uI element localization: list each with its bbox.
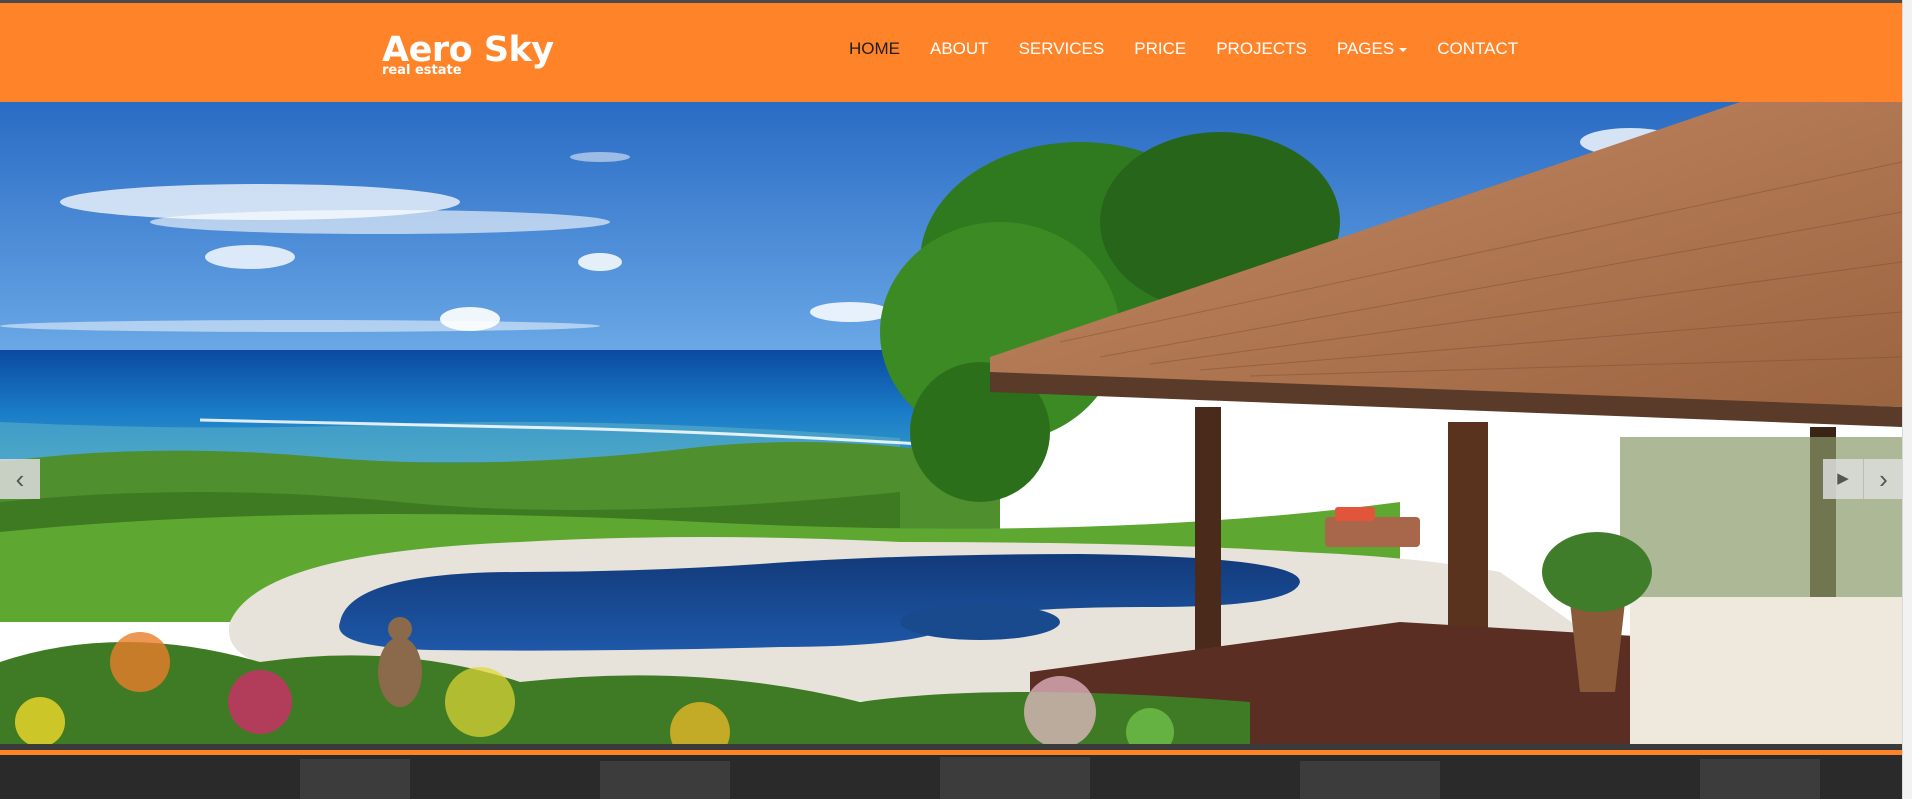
hero-slider: ‹ ▶ › [0, 102, 1902, 744]
nav-item-pages[interactable]: PAGES [1336, 39, 1408, 59]
nav-item-contact[interactable]: CONTACT [1437, 39, 1518, 59]
logo[interactable]: Aero Sky real estate [382, 31, 554, 77]
main-nav: HOME ABOUT SERVICES PRICE PROJECTS PAGES… [849, 39, 1518, 59]
caret-down-icon [1399, 47, 1408, 52]
city-skyline-image [0, 755, 1902, 799]
nav-item-price[interactable]: PRICE [1134, 39, 1186, 59]
hero-image [0, 102, 1902, 744]
slider-prev-button[interactable]: ‹ [0, 459, 40, 499]
nav-item-about[interactable]: ABOUT [930, 39, 989, 59]
nav-item-projects[interactable]: PROJECTS [1216, 39, 1307, 59]
nav-item-home[interactable]: HOME [849, 39, 900, 59]
site-header: Aero Sky real estate HOME ABOUT SERVICES… [0, 3, 1902, 102]
slider-next-button[interactable]: › [1863, 459, 1902, 499]
nav-item-pages-label: PAGES [1336, 39, 1395, 58]
slider-play-button[interactable]: ▶ [1823, 459, 1863, 499]
nav-item-services[interactable]: SERVICES [1019, 39, 1105, 59]
section-background [0, 755, 1902, 799]
scrollbar[interactable] [1902, 0, 1912, 799]
